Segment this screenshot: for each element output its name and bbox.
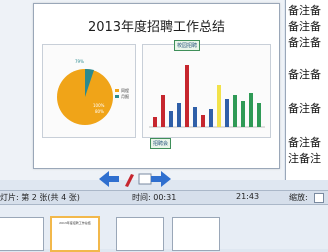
- thumbnail-4[interactable]: [172, 217, 220, 251]
- pie-label-top: 79%: [75, 59, 84, 64]
- bar-8: [209, 109, 213, 127]
- pen-icon[interactable]: [125, 174, 134, 187]
- slide-mini-icon[interactable]: [138, 173, 152, 185]
- bar-12: [241, 101, 245, 127]
- bar-10: [225, 99, 229, 127]
- arrow-right-icon[interactable]: [151, 171, 171, 187]
- bar-2: [161, 95, 165, 127]
- slide-nav: [95, 168, 175, 190]
- thumbnail-1[interactable]: [0, 217, 44, 251]
- clock: 21:43: [236, 192, 260, 201]
- bar-3: [169, 111, 173, 127]
- bar-6: [193, 107, 197, 127]
- legend-label-2: 月报: [121, 93, 129, 99]
- zoom-label: 缩放:: [289, 193, 308, 202]
- zoom-icon[interactable]: [314, 193, 324, 203]
- thumbnail-2[interactable]: 2013年度招聘工作总结: [50, 216, 100, 252]
- note-line: 备注备: [288, 136, 321, 149]
- pie-chart-panel[interactable]: 79% 100% 80% 同程 月报: [42, 44, 136, 138]
- slide-canvas[interactable]: 2013年度招聘工作总结 79% 100% 80% 同程 月报 校园招聘 招聘会: [33, 3, 280, 169]
- bar-chart: [149, 65, 265, 128]
- note-line: 备注备: [288, 4, 321, 17]
- bar-1: [153, 117, 157, 127]
- slide-counter: 灯片: 第 2 张(共 4 张): [0, 193, 80, 202]
- bar-5: [185, 65, 189, 127]
- pie-label-low: 80%: [95, 109, 104, 114]
- notes-panel[interactable]: 备注备 备注备 备注备 备注备 备注备 备注备 注备注: [285, 0, 328, 180]
- note-line: 注备注: [288, 152, 321, 165]
- status-bar: 灯片: 第 2 张(共 4 张) 时间: 00:31 21:43 缩放:: [0, 190, 328, 205]
- pie-label-mid: 100%: [93, 103, 105, 108]
- bar-11: [233, 95, 237, 127]
- callout-bottom: 招聘会: [150, 138, 172, 149]
- bar-9: [217, 85, 221, 127]
- legend-swatch-2: [115, 95, 119, 98]
- slide-stage: 2013年度招聘工作总结 79% 100% 80% 同程 月报 校园招聘 招聘会: [0, 0, 284, 187]
- bar-chart-panel[interactable]: [142, 44, 271, 138]
- note-line: 备注备: [288, 102, 321, 115]
- pie-chart: 79% 100% 80% 同程 月报: [57, 59, 129, 125]
- bar-14: [257, 103, 261, 127]
- note-line: 备注备: [288, 36, 321, 49]
- callout-top: 校园招聘: [174, 40, 201, 51]
- slide-nav-icons: [99, 171, 171, 187]
- note-line: 备注备: [288, 20, 321, 33]
- bar-7: [201, 115, 205, 127]
- elapsed-time: 时间: 00:31: [132, 193, 177, 202]
- legend-label-1: 同程: [121, 87, 129, 93]
- legend-swatch-1: [115, 89, 119, 92]
- thumbnail-title: 2013年度招聘工作总结: [59, 221, 91, 225]
- bar-13: [249, 93, 253, 127]
- arrow-left-icon[interactable]: [99, 171, 119, 187]
- note-line: 备注备: [288, 68, 321, 81]
- slide-title: 2013年度招聘工作总结: [87, 20, 226, 35]
- thumbnail-strip: 2013年度招聘工作总结: [0, 205, 328, 252]
- bar-4: [177, 103, 181, 127]
- thumbnail-3[interactable]: [116, 217, 164, 251]
